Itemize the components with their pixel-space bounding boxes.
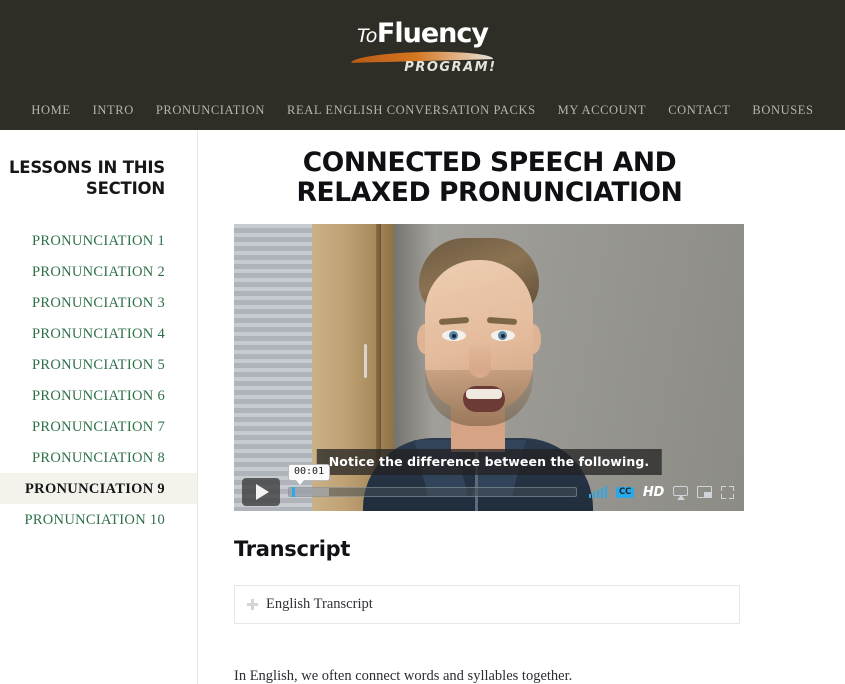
site-logo[interactable]: ToFluency PROGRAM! [343,16,503,78]
picture-in-picture-button[interactable] [697,486,712,499]
sidebar-item-pronunciation-5[interactable]: PRONUNCIATION 5 [0,349,197,380]
quality-button[interactable] [588,486,608,499]
sidebar-item-pronunciation-7[interactable]: PRONUNCIATION 7 [0,411,197,442]
nav-item-bonuses[interactable]: BONUSES [741,103,824,118]
logo-fluency-text: Fluency [376,18,489,49]
sidebar-item-label[interactable]: PRONUNCIATION 4 [32,326,165,342]
sidebar-item-label[interactable]: PRONUNCIATION 1 [32,233,165,249]
lesson-paragraph: In English, we often connect words and s… [234,668,573,684]
sidebar-item-pronunciation-2[interactable]: PRONUNCIATION 2 [0,256,197,287]
signal-bars-icon [588,486,608,499]
transcript-heading: Transcript [234,537,351,562]
sidebar-item-pronunciation-4[interactable]: PRONUNCIATION 4 [0,318,197,349]
logo-wordmark: ToFluency [343,16,503,47]
page-root: ToFluency PROGRAM! HOME INTRO PRONUNCIAT… [0,0,845,684]
airplay-icon [673,485,688,500]
sidebar-item-label[interactable]: PRONUNCIATION 2 [32,264,165,280]
current-time-tooltip: 00:01 [288,464,331,486]
progress-area[interactable]: 00:01 [288,464,577,506]
fullscreen-button[interactable] [721,485,734,499]
accordion-label: English Transcript [266,596,373,613]
fullscreen-icon [721,485,734,499]
sidebar-item-label[interactable]: PRONUNCIATION 5 [32,357,165,373]
content-wrap: LESSONS IN THIS SECTION PRONUNCIATION 1 … [0,130,845,684]
logo-to-text: To [357,25,377,47]
cc-icon: CC [616,486,634,499]
hd-icon: HD [642,484,664,500]
progress-playhead[interactable] [292,487,296,498]
nav-item-my-account[interactable]: MY ACCOUNT [547,103,658,118]
sidebar-item-label[interactable]: PRONUNCIATION 6 [32,388,165,404]
sidebar-heading: LESSONS IN THIS SECTION [8,158,165,198]
sidebar-item-label[interactable]: PRONUNCIATION 8 [32,450,165,466]
lessons-sidebar: LESSONS IN THIS SECTION PRONUNCIATION 1 … [0,130,198,684]
nav-item-contact[interactable]: CONTACT [657,103,741,118]
sidebar-item-pronunciation-8[interactable]: PRONUNCIATION 8 [0,442,197,473]
plus-icon [247,599,258,611]
video-caption-overlay: Notice the difference between the follow… [316,449,662,476]
english-transcript-accordion[interactable]: English Transcript [234,585,740,625]
nav-item-pronunciation[interactable]: PRONUNCIATION [145,103,276,118]
video-player[interactable]: Notice the difference between the follow… [234,224,744,512]
closed-captions-button[interactable]: CC [616,486,634,499]
nav-item-real-english-conversation-packs[interactable]: REAL ENGLISH CONVERSATION PACKS [276,103,547,118]
logo-program-text: PROGRAM! [404,60,497,75]
sidebar-item-pronunciation-1[interactable]: PRONUNCIATION 1 [0,225,197,256]
sidebar-item-label[interactable]: PRONUNCIATION 3 [32,295,165,311]
nav-item-intro[interactable]: INTRO [82,103,145,118]
sidebar-item-pronunciation-6[interactable]: PRONUNCIATION 6 [0,380,197,411]
site-header: ToFluency PROGRAM! HOME INTRO PRONUNCIAT… [0,0,845,130]
sidebar-item-pronunciation-10[interactable]: PRONUNCIATION 10 [0,504,197,535]
sidebar-item-label: PRONUNCIATION 9 [25,480,165,497]
video-controls-bar: 00:01 CC HD [234,464,744,511]
play-icon [256,484,269,501]
page-title: CONNECTED SPEECH AND RELAXED PRONUNCIATI… [296,147,683,209]
progress-scrubber[interactable] [288,487,577,498]
picture-in-picture-icon [697,486,712,499]
main-content: CONNECTED SPEECH AND RELAXED PRONUNCIATI… [198,130,845,684]
control-icons: CC HD [585,485,734,500]
sidebar-item-pronunciation-3[interactable]: PRONUNCIATION 3 [0,287,197,318]
logo-wrap: ToFluency PROGRAM! [0,16,845,78]
lesson-list: PRONUNCIATION 1 PRONUNCIATION 2 PRONUNCI… [0,225,197,535]
sidebar-item-label[interactable]: PRONUNCIATION 7 [32,419,165,435]
sidebar-item-label[interactable]: PRONUNCIATION 10 [24,512,165,528]
main-navigation: HOME INTRO PRONUNCIATION REAL ENGLISH CO… [0,90,845,130]
nav-item-home[interactable]: HOME [20,103,81,118]
play-button[interactable] [242,478,280,507]
sidebar-item-pronunciation-9[interactable]: PRONUNCIATION 9 [0,473,197,505]
hd-button[interactable]: HD [643,485,664,500]
airplay-button[interactable] [673,485,688,500]
